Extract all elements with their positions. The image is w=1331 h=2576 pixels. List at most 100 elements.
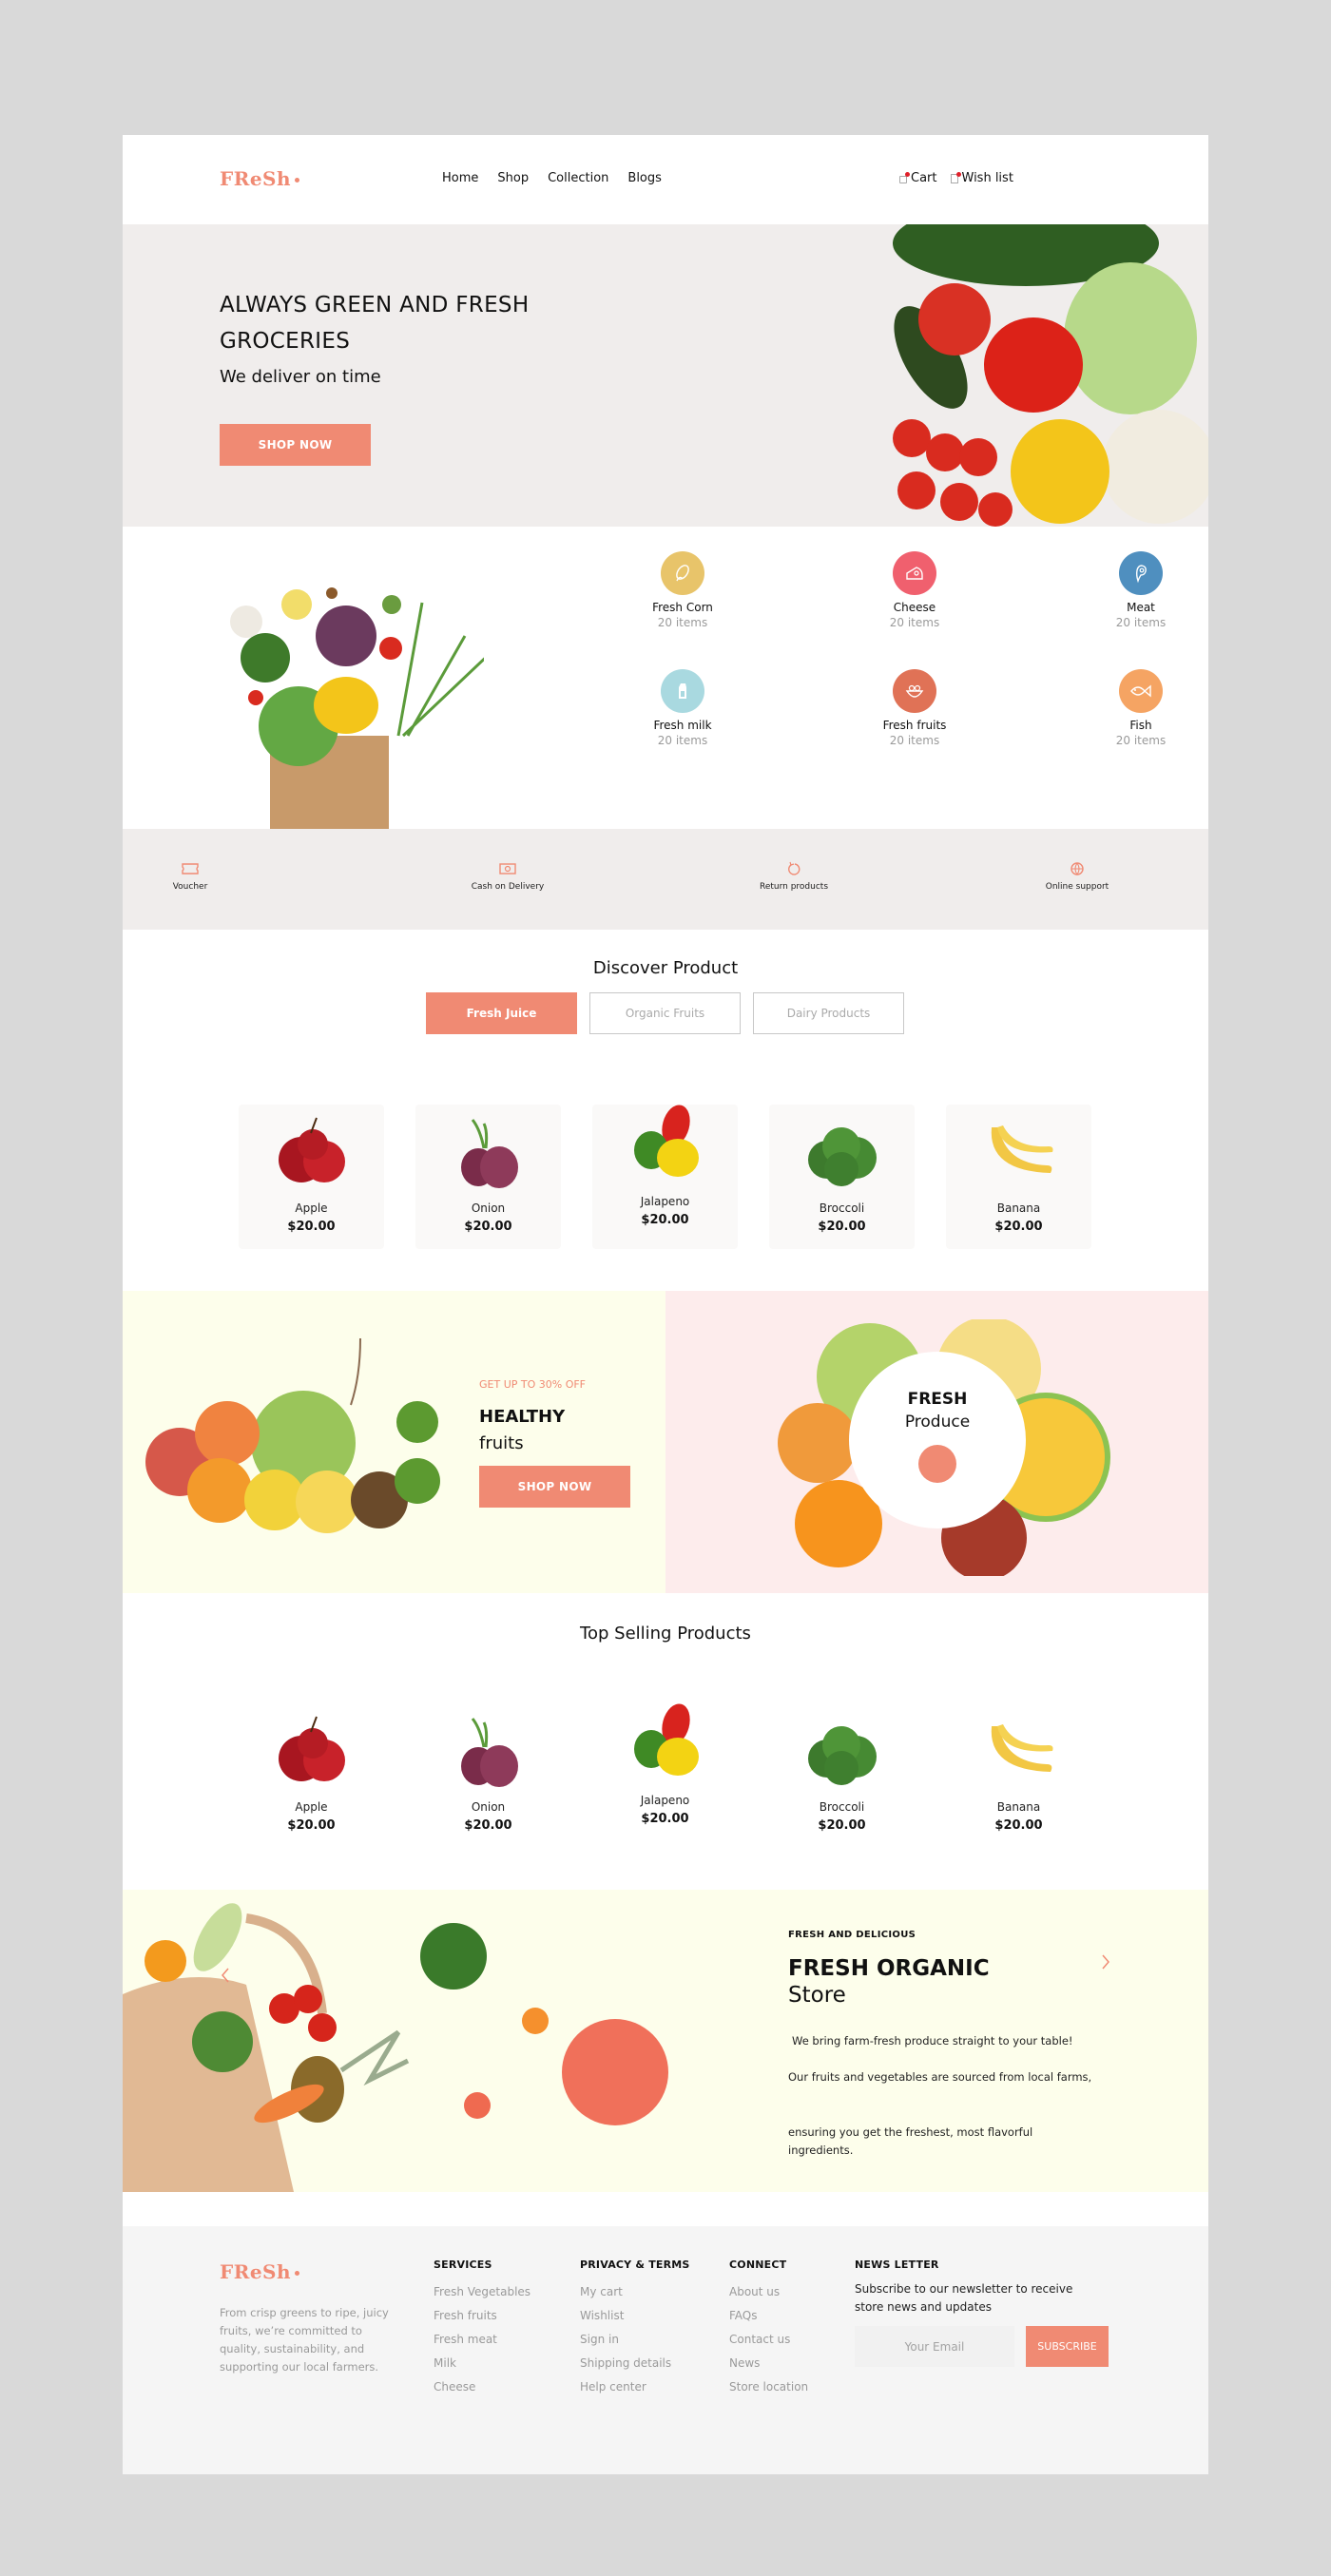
feature-return-products: Return products — [727, 859, 860, 892]
product-card-broccoli[interactable]: Broccoli $20.00 — [769, 1703, 915, 1848]
email-field[interactable] — [855, 2326, 1014, 2367]
prev-arrow-icon[interactable] — [221, 1968, 230, 1983]
footer-link[interactable]: About us — [729, 2280, 808, 2304]
apple-image — [279, 1716, 345, 1781]
footer-logo[interactable]: FReSh — [220, 2260, 300, 2283]
footer-about: From crisp greens to ripe, juicy fruits,… — [220, 2306, 389, 2374]
fresh-produce-badge: FRESH Produce — [849, 1352, 1026, 1528]
footer-link[interactable]: FAQs — [729, 2304, 808, 2328]
category-name: Fresh Corn — [652, 601, 713, 614]
logo[interactable]: FReSh — [220, 167, 300, 190]
nav-actions: Cart Wish list — [899, 171, 1013, 185]
footer-services: SERVICES Fresh Vegetables Fresh fruits F… — [434, 2259, 530, 2399]
organic-store-section: FRESH AND DELICIOUS FRESH ORGANIC Store … — [123, 1890, 1208, 2192]
store-kicker: FRESH AND DELICIOUS — [788, 1930, 916, 1940]
store-paragraph-1: We bring farm-fresh produce straight to … — [792, 2034, 1073, 2047]
vegetables-image — [893, 224, 1208, 527]
category-meat[interactable]: Meat 20 items — [1084, 551, 1198, 629]
voucher-icon — [181, 859, 200, 878]
category-fresh-corn[interactable]: Fresh Corn 20 items — [626, 551, 740, 629]
store-title: FRESH ORGANIC — [788, 1956, 990, 1981]
footer-link[interactable]: Store location — [729, 2375, 808, 2399]
top-selling-title: Top Selling Products — [580, 1624, 751, 1644]
hero-subheadline: We deliver on time — [220, 367, 381, 387]
category-count: 20 items — [657, 734, 708, 747]
store-paragraph-2: Our fruits and vegetables are sourced fr… — [788, 2070, 1092, 2084]
promo-shop-now-button[interactable]: SHOP NOW — [479, 1466, 630, 1508]
product-price: $20.00 — [818, 1220, 866, 1234]
hero-shop-now-button[interactable]: SHOP NOW — [220, 424, 371, 466]
category-name: Meat — [1127, 601, 1155, 614]
footer-link[interactable]: Fresh meat — [434, 2328, 530, 2352]
badge-action-dot[interactable] — [918, 1445, 956, 1483]
category-fresh-milk[interactable]: Fresh milk 20 items — [626, 669, 740, 747]
product-price: $20.00 — [641, 1812, 689, 1826]
promo-subtitle: fruits — [479, 1433, 524, 1453]
product-card-onion[interactable]: Onion $20.00 — [415, 1703, 561, 1848]
nav-home[interactable]: Home — [442, 171, 478, 185]
footer-link[interactable]: Cheese — [434, 2375, 530, 2399]
footer-privacy: PRIVACY & TERMS My cart Wishlist Sign in… — [580, 2259, 690, 2399]
footer-link[interactable]: Wishlist — [580, 2304, 690, 2328]
tab-fresh-juice[interactable]: Fresh Juice — [426, 992, 577, 1034]
discover-tabs: Fresh Juice Organic Fruits Dairy Product… — [426, 992, 904, 1034]
grocery-bag-image — [230, 587, 484, 829]
tab-organic-fruits[interactable]: Organic Fruits — [589, 992, 741, 1034]
footer-link[interactable]: My cart — [580, 2280, 690, 2304]
product-card-banana[interactable]: Banana $20.00 — [946, 1105, 1091, 1249]
subscribe-button[interactable]: SUBSCRIBE — [1026, 2326, 1109, 2367]
wishlist-link[interactable]: Wish list — [950, 171, 1013, 185]
healthy-fruits-promo: GET UP TO 30% OFF HEALTHY fruits SHOP NO… — [123, 1291, 666, 1593]
fruit-bowl-icon — [893, 669, 936, 713]
footer-link[interactable]: Contact us — [729, 2328, 808, 2352]
nav-blogs[interactable]: Blogs — [627, 171, 662, 185]
footer-col-title: SERVICES — [434, 2259, 492, 2271]
category-name: Fresh fruits — [882, 719, 947, 732]
product-card-apple[interactable]: Apple $20.00 — [239, 1703, 384, 1848]
product-card-apple[interactable]: Apple $20.00 — [239, 1105, 384, 1249]
store-subtitle: Store — [788, 1983, 846, 2008]
footer-link[interactable]: Milk — [434, 2352, 530, 2375]
product-price: $20.00 — [994, 1220, 1043, 1234]
product-name: Onion — [471, 1201, 506, 1215]
product-card-broccoli[interactable]: Broccoli $20.00 — [769, 1105, 915, 1249]
product-card-jalapeno[interactable]: Jalapeno $20.00 — [592, 1105, 738, 1249]
category-fish[interactable]: Fish 20 items — [1084, 669, 1198, 747]
badge-title: FRESH — [907, 1390, 968, 1409]
category-cheese[interactable]: Cheese 20 items — [858, 551, 972, 629]
product-price: $20.00 — [464, 1818, 512, 1833]
next-arrow-icon[interactable] — [1101, 1954, 1110, 1970]
nav-shop[interactable]: Shop — [497, 171, 529, 185]
footer-link[interactable]: Fresh fruits — [434, 2304, 530, 2328]
product-card-banana[interactable]: Banana $20.00 — [946, 1703, 1091, 1848]
nav-collection[interactable]: Collection — [548, 171, 608, 185]
footer-link[interactable]: News — [729, 2352, 808, 2375]
product-price: $20.00 — [994, 1818, 1043, 1833]
cart-link[interactable]: Cart — [899, 171, 937, 185]
product-card-onion[interactable]: Onion $20.00 — [415, 1105, 561, 1249]
product-name: Jalapeno — [640, 1794, 690, 1807]
corn-icon — [661, 551, 704, 595]
cart-label: Cart — [911, 171, 937, 185]
wishlist-label: Wish list — [961, 171, 1013, 185]
bookmark-icon — [950, 172, 961, 183]
footer-col-title: CONNECT — [729, 2259, 787, 2271]
product-price: $20.00 — [818, 1818, 866, 1833]
category-count: 20 items — [1115, 734, 1167, 747]
footer-link[interactable]: Shipping details — [580, 2352, 690, 2375]
footer-link[interactable]: Fresh Vegetables — [434, 2280, 530, 2304]
logo-dot-icon — [295, 178, 300, 183]
footer-col-title: NEWS LETTER — [855, 2259, 939, 2271]
category-name: Cheese — [893, 601, 936, 614]
footer-link[interactable]: Sign in — [580, 2328, 690, 2352]
product-card-jalapeno[interactable]: Jalapeno $20.00 — [592, 1703, 738, 1848]
feature-voucher: Voucher — [124, 859, 257, 892]
badge-subtitle: Produce — [904, 1413, 971, 1432]
tab-dairy-products[interactable]: Dairy Products — [753, 992, 904, 1034]
footer-link[interactable]: Help center — [580, 2375, 690, 2399]
category-fresh-fruits[interactable]: Fresh fruits 20 items — [858, 669, 972, 747]
feature-label: Online support — [1045, 882, 1109, 892]
category-name: Fresh milk — [653, 719, 712, 732]
hero-banner: ALWAYS GREEN AND FRESH GROCERIES We deli… — [123, 224, 1208, 527]
category-name: Fish — [1129, 719, 1152, 732]
